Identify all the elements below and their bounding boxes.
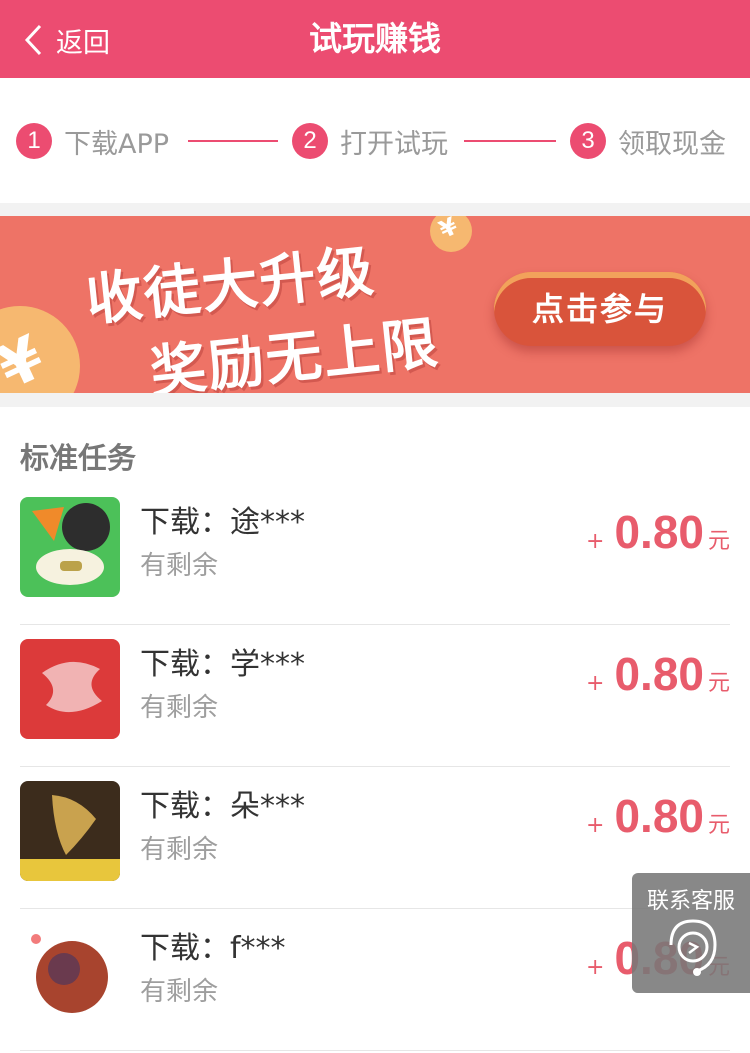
app-icon: [20, 923, 120, 1023]
task-status: 有剩余: [140, 551, 219, 581]
task-status: 有剩余: [140, 693, 219, 723]
headset-icon: [669, 919, 717, 976]
step-open-trial: 2 打开试玩: [292, 123, 448, 160]
task-name: 下载：朵***: [140, 789, 305, 824]
task-name: 下载：学***: [140, 647, 305, 682]
step-claim-cash: 3 领取现金: [570, 123, 726, 160]
task-name: 下载：途***: [140, 505, 305, 540]
step-number: 3: [570, 123, 606, 159]
page-title: 试玩赚钱: [309, 19, 441, 58]
step-number: 1: [16, 123, 52, 159]
divider: [20, 1050, 730, 1051]
step-connector: [188, 140, 278, 142]
app-icon: [20, 639, 120, 739]
join-button[interactable]: 点击参与: [494, 272, 706, 346]
task-row[interactable]: 下载：途*** 有剩余 + 0.80 元: [0, 483, 750, 625]
coin-icon: ¥: [0, 306, 80, 393]
steps-bar: 1 下载APP 2 打开试玩 3 领取现金: [0, 78, 750, 203]
step-label: 领取现金: [618, 128, 726, 160]
step-label: 下载APP: [64, 128, 170, 160]
section-title: 标准任务: [20, 441, 137, 475]
task-reward: + 0.80 元: [586, 648, 730, 700]
step-label: 打开试玩: [340, 128, 448, 160]
task-row[interactable]: 下载：学*** 有剩余 + 0.80 元: [0, 625, 750, 767]
task-status: 有剩余: [140, 977, 219, 1007]
step-connector: [464, 140, 556, 142]
promo-banner[interactable]: ¥ ¥ 收徒大升级 奖励无上限 点击参与: [0, 216, 750, 393]
task-reward: + 0.80 元: [586, 790, 730, 842]
step-download: 1 下载APP: [16, 123, 170, 160]
step-number: 2: [292, 123, 328, 159]
customer-service-button[interactable]: 联系客服: [632, 873, 750, 993]
coin-icon: ¥: [430, 216, 472, 252]
customer-service-label: 联系客服: [646, 889, 735, 914]
task-name: 下载：f***: [140, 931, 286, 966]
app-icon: [20, 497, 120, 597]
app-icon: [20, 781, 120, 881]
top-bar: 返回 试玩赚钱: [0, 0, 750, 78]
task-reward: + 0.80 元: [586, 506, 730, 558]
task-status: 有剩余: [140, 835, 219, 865]
